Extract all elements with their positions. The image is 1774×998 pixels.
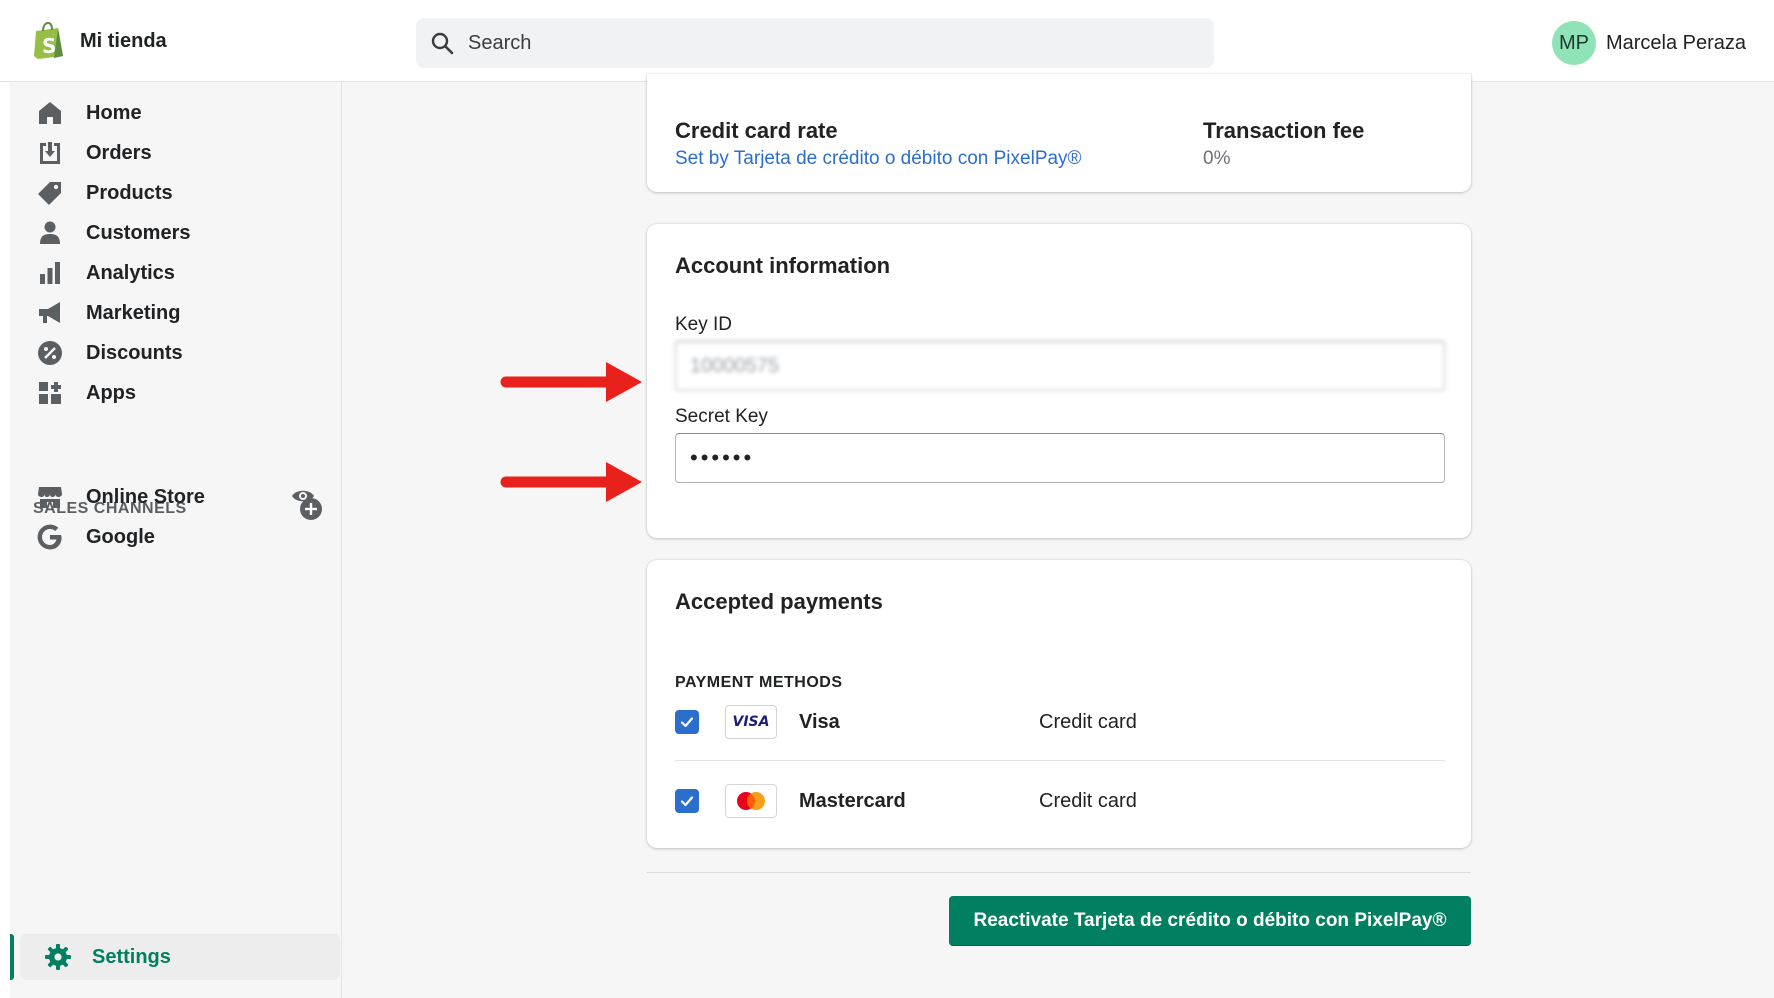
shopify-bag-icon: S [34,22,63,59]
top-bar: S Mi tienda MP Marcela Peraza [0,0,1774,82]
person-icon [40,221,60,244]
account-information-title: Account information [675,253,891,278]
annotation-arrow-secret-key [500,462,642,502]
rate-card: Credit card rate Set by Tarjeta de crédi… [647,74,1471,192]
payment-methods-title: PAYMENT METHODS [675,674,843,691]
sidebar-item-label: Online Store [86,485,205,508]
eye-icon[interactable] [291,486,315,506]
main-content: Credit card rate Set by Tarjeta de crédi… [342,74,1774,998]
check-icon [680,717,694,728]
mastercard-logo [725,784,777,818]
search-bar[interactable] [416,18,1214,68]
check-icon [680,796,694,807]
sidebar-item-label: Products [86,181,173,204]
transaction-fee-title: Transaction fee [1203,118,1365,143]
transaction-fee-value: 0% [1203,148,1231,169]
sidebar: Home Orders Products Customers Analytics… [10,82,342,998]
settings-label: Settings [92,945,171,968]
bar-chart-icon [40,262,60,284]
sidebar-item-google[interactable]: Google [36,517,316,557]
orders-icon [40,142,60,164]
divider [675,760,1445,761]
sidebar-item-discounts[interactable]: Discounts [36,333,316,373]
payment-method-name: Mastercard [799,789,906,812]
secret-key-label: Secret Key [675,406,768,427]
sidebar-item-settings[interactable]: Settings [20,934,340,980]
payment-method-name: Visa [799,710,840,733]
active-indicator [10,934,14,980]
store-name: Mi tienda [80,29,167,52]
sidebar-item-label: Home [86,101,142,124]
store-brand[interactable]: S Mi tienda [32,22,167,60]
sidebar-item-analytics[interactable]: Analytics [36,253,316,293]
payment-method-row-mastercard: Mastercard Credit card [675,781,1445,821]
key-id-label: Key ID [675,314,733,335]
home-icon [39,102,61,124]
sidebar-item-label: Analytics [86,261,175,284]
mastercard-circles-icon [737,792,765,810]
search-input[interactable] [468,31,1168,55]
google-icon [37,524,62,550]
payment-method-row-visa: VISA Visa Credit card [675,702,1445,742]
visa-logo: VISA [725,705,777,739]
sidebar-item-marketing[interactable]: Marketing [36,293,316,333]
apps-icon [39,382,61,404]
sidebar-item-label: Orders [86,141,152,164]
accepted-payments-card: Accepted payments PAYMENT METHODS VISA V… [647,560,1471,848]
tag-icon [38,182,61,205]
credit-card-rate-link[interactable]: Set by Tarjeta de crédito o débito con P… [675,148,1082,170]
discount-icon [38,341,62,365]
mastercard-checkbox[interactable] [675,789,699,813]
accepted-payments-title: Accepted payments [675,589,883,614]
search-icon [431,32,454,55]
annotation-arrow-key-id [500,362,642,402]
sidebar-item-label: Customers [86,221,191,244]
key-id-input[interactable] [675,341,1445,391]
credit-card-rate-title: Credit card rate [675,118,838,143]
divider [647,872,1471,873]
visa-logo-text: VISA [732,714,770,730]
sidebar-item-label: Marketing [86,301,181,324]
secret-key-input[interactable] [675,433,1445,483]
svg-text:S: S [42,34,56,58]
visa-checkbox[interactable] [675,710,699,734]
store-icon [38,487,62,508]
user-menu[interactable]: MP Marcela Peraza [1551,21,1746,65]
account-information-card: Account information Key ID Secret Key [647,224,1471,538]
sidebar-item-apps[interactable]: Apps [36,373,316,413]
sidebar-item-online-store[interactable]: Online Store [36,477,316,517]
sidebar-item-label: Discounts [86,341,183,364]
megaphone-icon [39,302,60,323]
sidebar-item-label: Apps [86,381,136,404]
payment-method-type: Credit card [1039,789,1137,812]
avatar: MP [1551,21,1596,65]
payment-method-type: Credit card [1039,710,1137,733]
sidebar-item-home[interactable]: Home [36,93,316,133]
user-name: Marcela Peraza [1605,31,1746,54]
sidebar-item-products[interactable]: Products [36,173,316,213]
gear-icon [45,944,71,970]
sidebar-item-label: Google [86,525,155,548]
reactivate-button[interactable]: Reactivate Tarjeta de crédito o débito c… [949,896,1471,946]
sidebar-item-customers[interactable]: Customers [36,213,316,253]
sidebar-item-orders[interactable]: Orders [36,133,316,173]
